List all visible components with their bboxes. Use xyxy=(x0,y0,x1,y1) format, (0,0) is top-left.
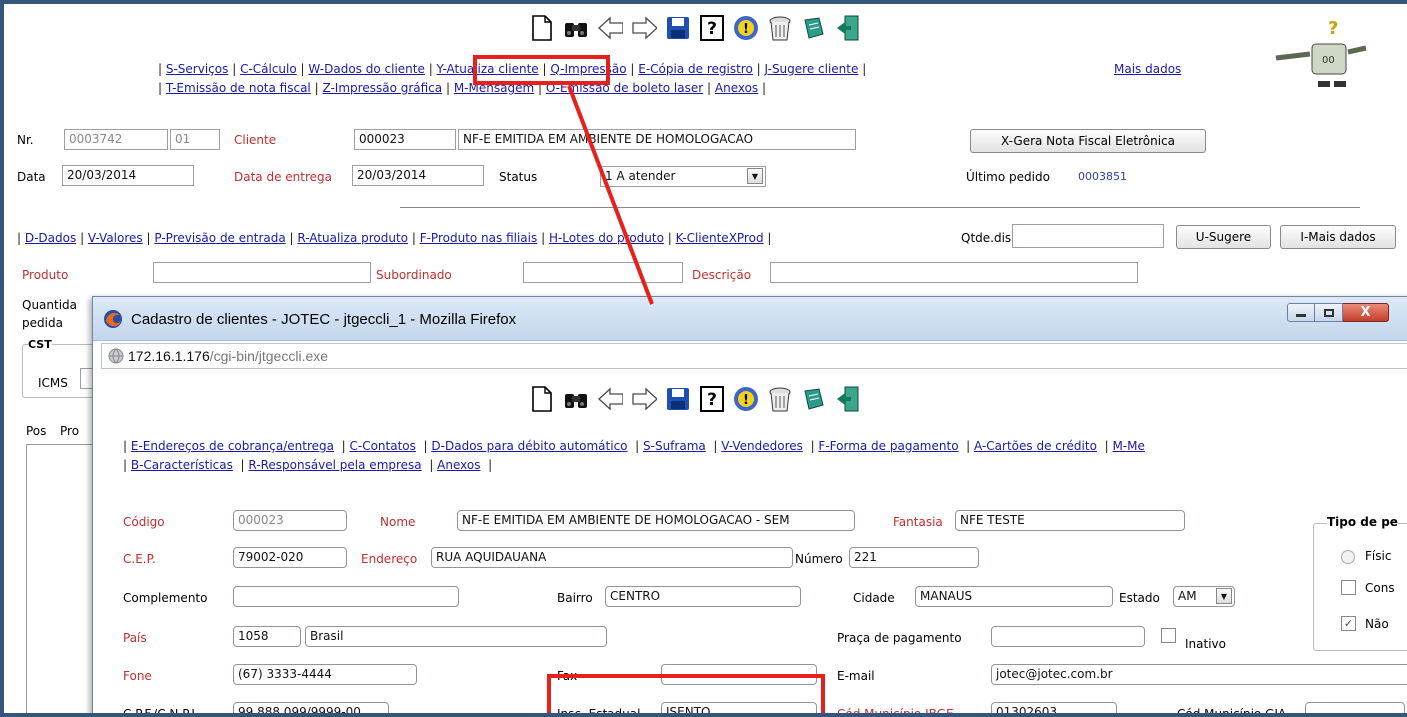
connector-line xyxy=(567,85,654,305)
app-window: ? ! | S-Serviços | C-Cálculo | W-Dados d… xyxy=(0,0,1407,717)
